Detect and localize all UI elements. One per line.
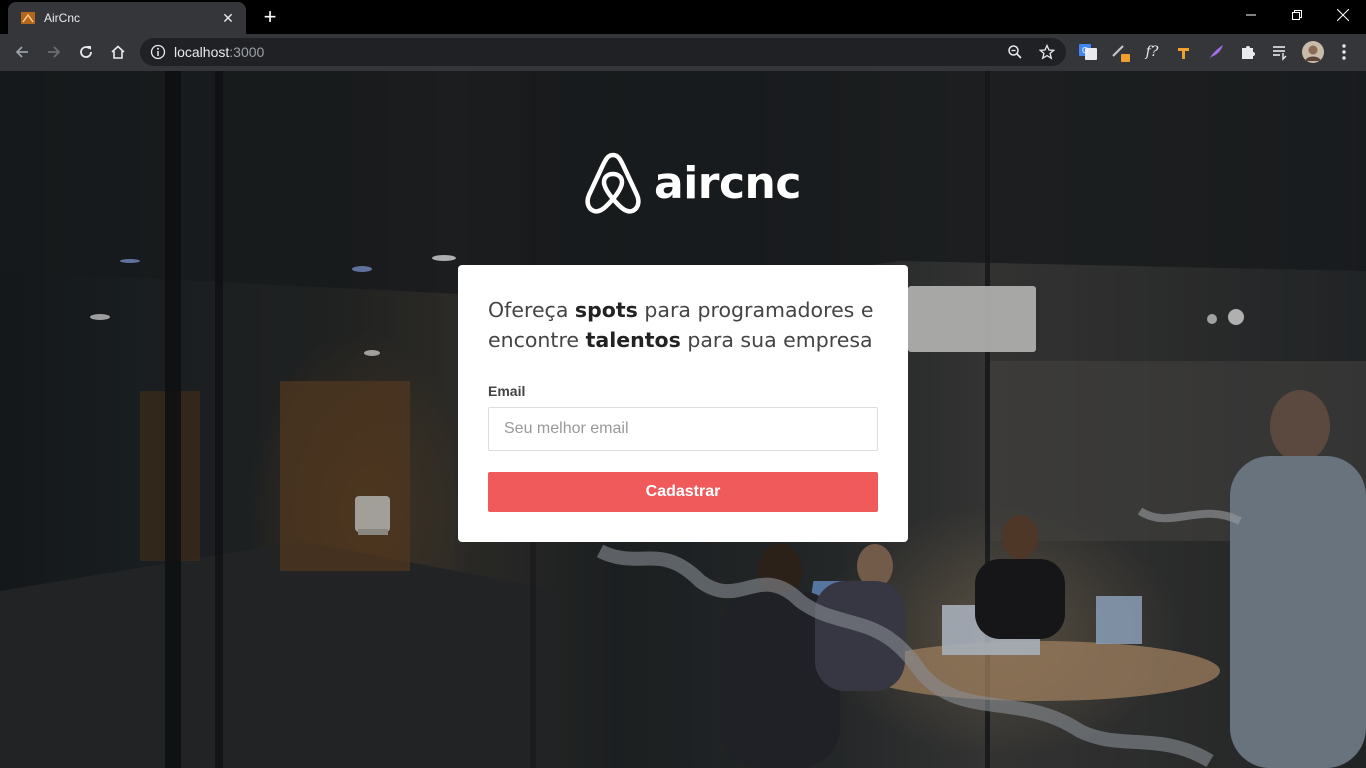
browser-tab[interactable]: AirCnc ✕: [8, 2, 246, 34]
extensions-puzzle-icon[interactable]: [1238, 42, 1258, 62]
zoom-icon[interactable]: [1006, 43, 1024, 61]
svg-text:G: G: [1082, 46, 1088, 55]
cadastrar-button[interactable]: Cadastrar: [488, 472, 878, 512]
aircnc-logo: aircnc: [584, 151, 801, 215]
back-icon[interactable]: [10, 40, 34, 64]
menu-icon[interactable]: [1334, 42, 1354, 62]
close-window-icon[interactable]: [1320, 0, 1366, 30]
address-url[interactable]: localhost:3000: [174, 44, 264, 60]
address-bar[interactable]: localhost:3000: [140, 38, 1066, 66]
page-viewport: aircnc Ofereça spots para programadores …: [0, 71, 1366, 768]
bookmark-star-icon[interactable]: [1038, 43, 1056, 61]
reading-list-icon[interactable]: [1270, 42, 1290, 62]
window-controls: [1228, 0, 1366, 30]
minimize-icon[interactable]: [1228, 0, 1274, 30]
airbnb-belo-icon: [585, 152, 641, 214]
home-icon[interactable]: [106, 40, 130, 64]
email-field[interactable]: [488, 407, 878, 451]
tab-close-icon[interactable]: ✕: [220, 10, 236, 27]
heading-text-1: Ofereça: [488, 298, 575, 322]
url-host: localhost: [174, 44, 230, 60]
heading-bold-spots: spots: [574, 298, 638, 322]
forward-icon[interactable]: [42, 40, 66, 64]
profile-avatar[interactable]: [1302, 41, 1324, 63]
extension-pencil-icon[interactable]: [1110, 42, 1130, 62]
reload-icon[interactable]: [74, 40, 98, 64]
extension-function-icon[interactable]: f?: [1142, 42, 1162, 62]
heading-text-3: para sua empresa: [680, 328, 873, 352]
browser-toolbar: localhost:3000 G f?: [0, 34, 1366, 71]
new-tab-icon[interactable]: +: [258, 6, 282, 30]
browser-titlebar: AirCnc ✕ +: [0, 0, 1366, 34]
email-label: Email: [488, 383, 526, 399]
card-heading: Ofereça spots para programadores e encon…: [488, 295, 878, 355]
favicon-icon: [20, 10, 36, 26]
restore-icon[interactable]: [1274, 0, 1320, 30]
extension-feather-icon[interactable]: [1206, 42, 1226, 62]
url-port: :3000: [229, 44, 265, 60]
translate-icon[interactable]: G: [1078, 42, 1098, 62]
logo-text: aircnc: [654, 157, 801, 209]
tab-title: AirCnc: [44, 11, 81, 25]
extension-hammer-icon[interactable]: [1174, 42, 1194, 62]
signup-card: Ofereça spots para programadores e encon…: [458, 265, 908, 542]
heading-bold-talentos: talentos: [585, 328, 681, 352]
site-info-icon[interactable]: [150, 44, 166, 60]
